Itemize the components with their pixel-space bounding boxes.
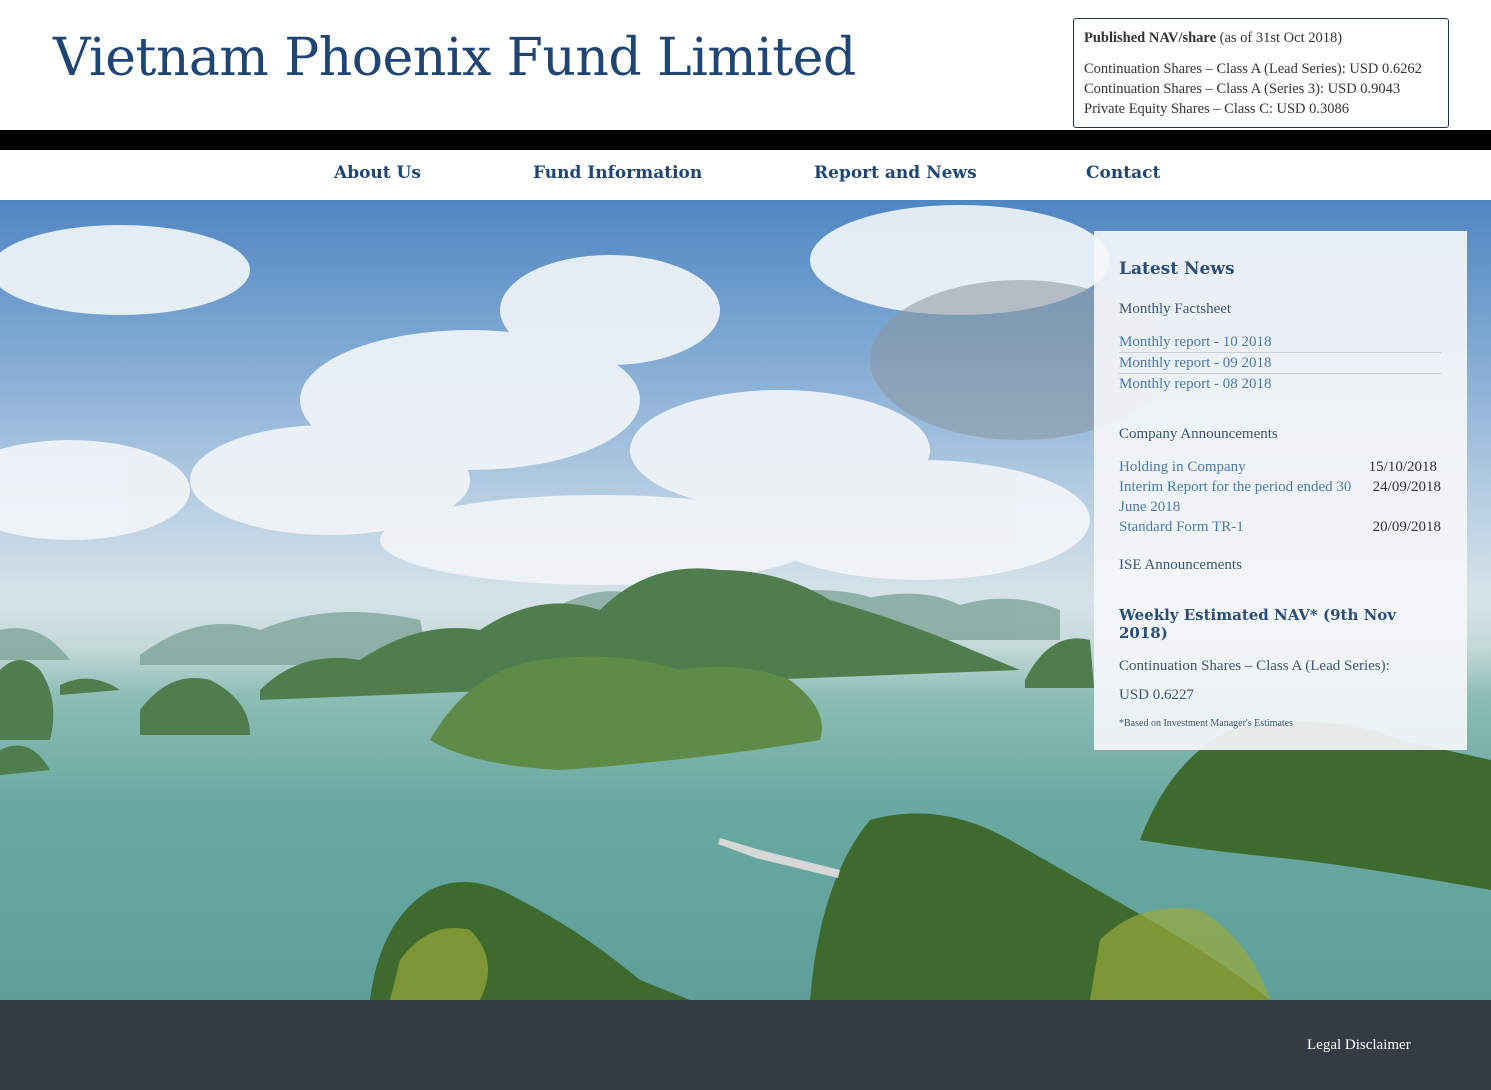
monthly-report-link[interactable]: Monthly report - 09 2018 xyxy=(1119,353,1441,374)
announcement-date: 24/09/2018 xyxy=(1372,479,1441,495)
site-footer: Legal Disclaimer xyxy=(0,1000,1491,1090)
announcement-row: Standard Form TR-1 20/09/2018 xyxy=(1119,517,1441,537)
nav-about-us[interactable]: About Us xyxy=(334,163,421,183)
monthly-factsheet-heading: Monthly Factsheet xyxy=(1119,301,1232,317)
monthly-report-link[interactable]: Monthly report - 10 2018 xyxy=(1119,332,1441,353)
site-title[interactable]: Vietnam Phoenix Fund Limited xyxy=(53,28,856,88)
nav-row-series-3: Continuation Shares – Class A (Series 3)… xyxy=(1084,81,1401,97)
legal-disclaimer-link[interactable]: Legal Disclaimer xyxy=(1307,1037,1411,1054)
company-announcements-heading: Company Announcements xyxy=(1119,426,1278,442)
nav-box-heading: Published NAV/share (as of 31st Oct 2018… xyxy=(1084,30,1448,47)
nav-row-class-c: Private Equity Shares – Class C: USD 0.3… xyxy=(1084,101,1350,117)
published-nav-box: Published NAV/share (as of 31st Oct 2018… xyxy=(1073,18,1449,128)
announcement-link[interactable]: Holding in Company xyxy=(1119,457,1364,477)
weekly-estimated-nav-heading: Weekly Estimated NAV* (9th Nov 2018) xyxy=(1119,606,1397,642)
ise-announcements-heading[interactable]: ISE Announcements xyxy=(1119,557,1441,574)
announcement-link[interactable]: Interim Report for the period ended 30 J… xyxy=(1119,477,1364,517)
nav-estimate-footnote: *Based on Investment Manager's Estimates xyxy=(1119,718,1293,729)
announcement-date: 15/10/2018 xyxy=(1368,459,1437,475)
latest-news-title: Latest News xyxy=(1119,259,1235,279)
nav-row-lead-series: Continuation Shares – Class A (Lead Seri… xyxy=(1084,61,1422,77)
nav-contact[interactable]: Contact xyxy=(1086,163,1160,183)
site-header: Vietnam Phoenix Fund Limited Published N… xyxy=(0,0,1491,130)
latest-news-panel: Latest News Monthly Factsheet Monthly re… xyxy=(1094,231,1467,750)
announcement-link[interactable]: Standard Form TR-1 xyxy=(1119,517,1364,537)
weekly-nav-label: Continuation Shares – Class A (Lead Seri… xyxy=(1119,658,1390,674)
announcement-row: Interim Report for the period ended 30 J… xyxy=(1119,477,1441,517)
nav-fund-information[interactable]: Fund Information xyxy=(533,163,702,183)
announcement-date: 20/09/2018 xyxy=(1372,519,1441,535)
nav-report-and-news[interactable]: Report and News xyxy=(814,163,977,183)
main-navigation: About Us Fund Information Report and New… xyxy=(0,150,1491,200)
pier xyxy=(718,838,840,878)
announcement-row: Holding in Company 15/10/2018 xyxy=(1119,457,1441,477)
nav-box-heading-date: (as of 31st Oct 2018) xyxy=(1216,30,1343,46)
nav-box-heading-label: Published NAV/share xyxy=(1084,30,1217,46)
monthly-report-list: Monthly report - 10 2018 Monthly report … xyxy=(1119,332,1441,394)
company-announcement-list: Holding in Company 15/10/2018 Interim Re… xyxy=(1119,457,1441,537)
monthly-report-link[interactable]: Monthly report - 08 2018 xyxy=(1119,374,1441,394)
weekly-nav-value: USD 0.6227 xyxy=(1119,687,1195,703)
header-divider-band xyxy=(0,130,1491,150)
